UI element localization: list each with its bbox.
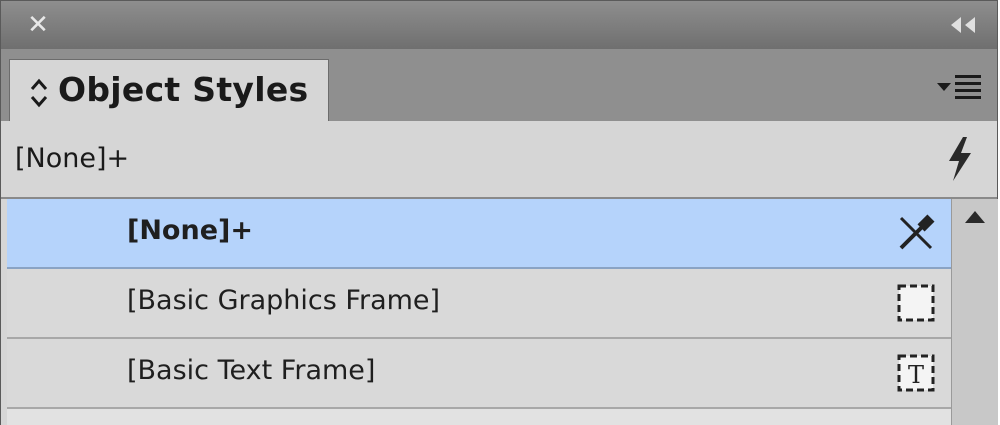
style-name: [None]+ — [127, 215, 253, 246]
list-item[interactable]: [Basic Text Frame] T — [7, 339, 951, 409]
panel-titlebar[interactable]: ✕ — [1, 1, 997, 50]
panel-menu-icon[interactable] — [935, 71, 985, 101]
list-item[interactable]: [None]+ — [7, 199, 951, 269]
scrollbar[interactable] — [951, 199, 998, 425]
styles-list: [None]+ [Basic Graphics Frame] [Basic Te… — [7, 199, 951, 425]
style-name: [Basic Graphics Frame] — [127, 285, 441, 316]
svg-text:T: T — [908, 361, 924, 389]
list-item[interactable]: [Basic Graphics Frame] — [7, 269, 951, 339]
current-style-row: [None]+ — [1, 121, 997, 199]
current-style-label: [None]+ — [15, 143, 130, 174]
style-name: [Basic Text Frame] — [127, 355, 376, 386]
panel-tab-row: Object Styles — [1, 49, 997, 122]
close-icon[interactable]: ✕ — [23, 11, 53, 41]
tab-object-styles[interactable]: Object Styles — [9, 59, 329, 122]
collapse-panel-icon[interactable] — [945, 13, 981, 37]
scroll-up-arrow-icon[interactable] — [952, 199, 998, 239]
object-styles-panel: ✕ Object Styles [None]+ [None]+ [Basic G… — [0, 0, 998, 425]
expand-collapse-arrows-icon[interactable] — [28, 76, 50, 110]
lightning-icon[interactable] — [939, 135, 979, 183]
panel-title: Object Styles — [58, 70, 309, 109]
no-style-eyedropper-icon — [899, 214, 935, 250]
text-frame-icon: T — [897, 354, 935, 392]
graphics-frame-icon — [897, 284, 935, 322]
